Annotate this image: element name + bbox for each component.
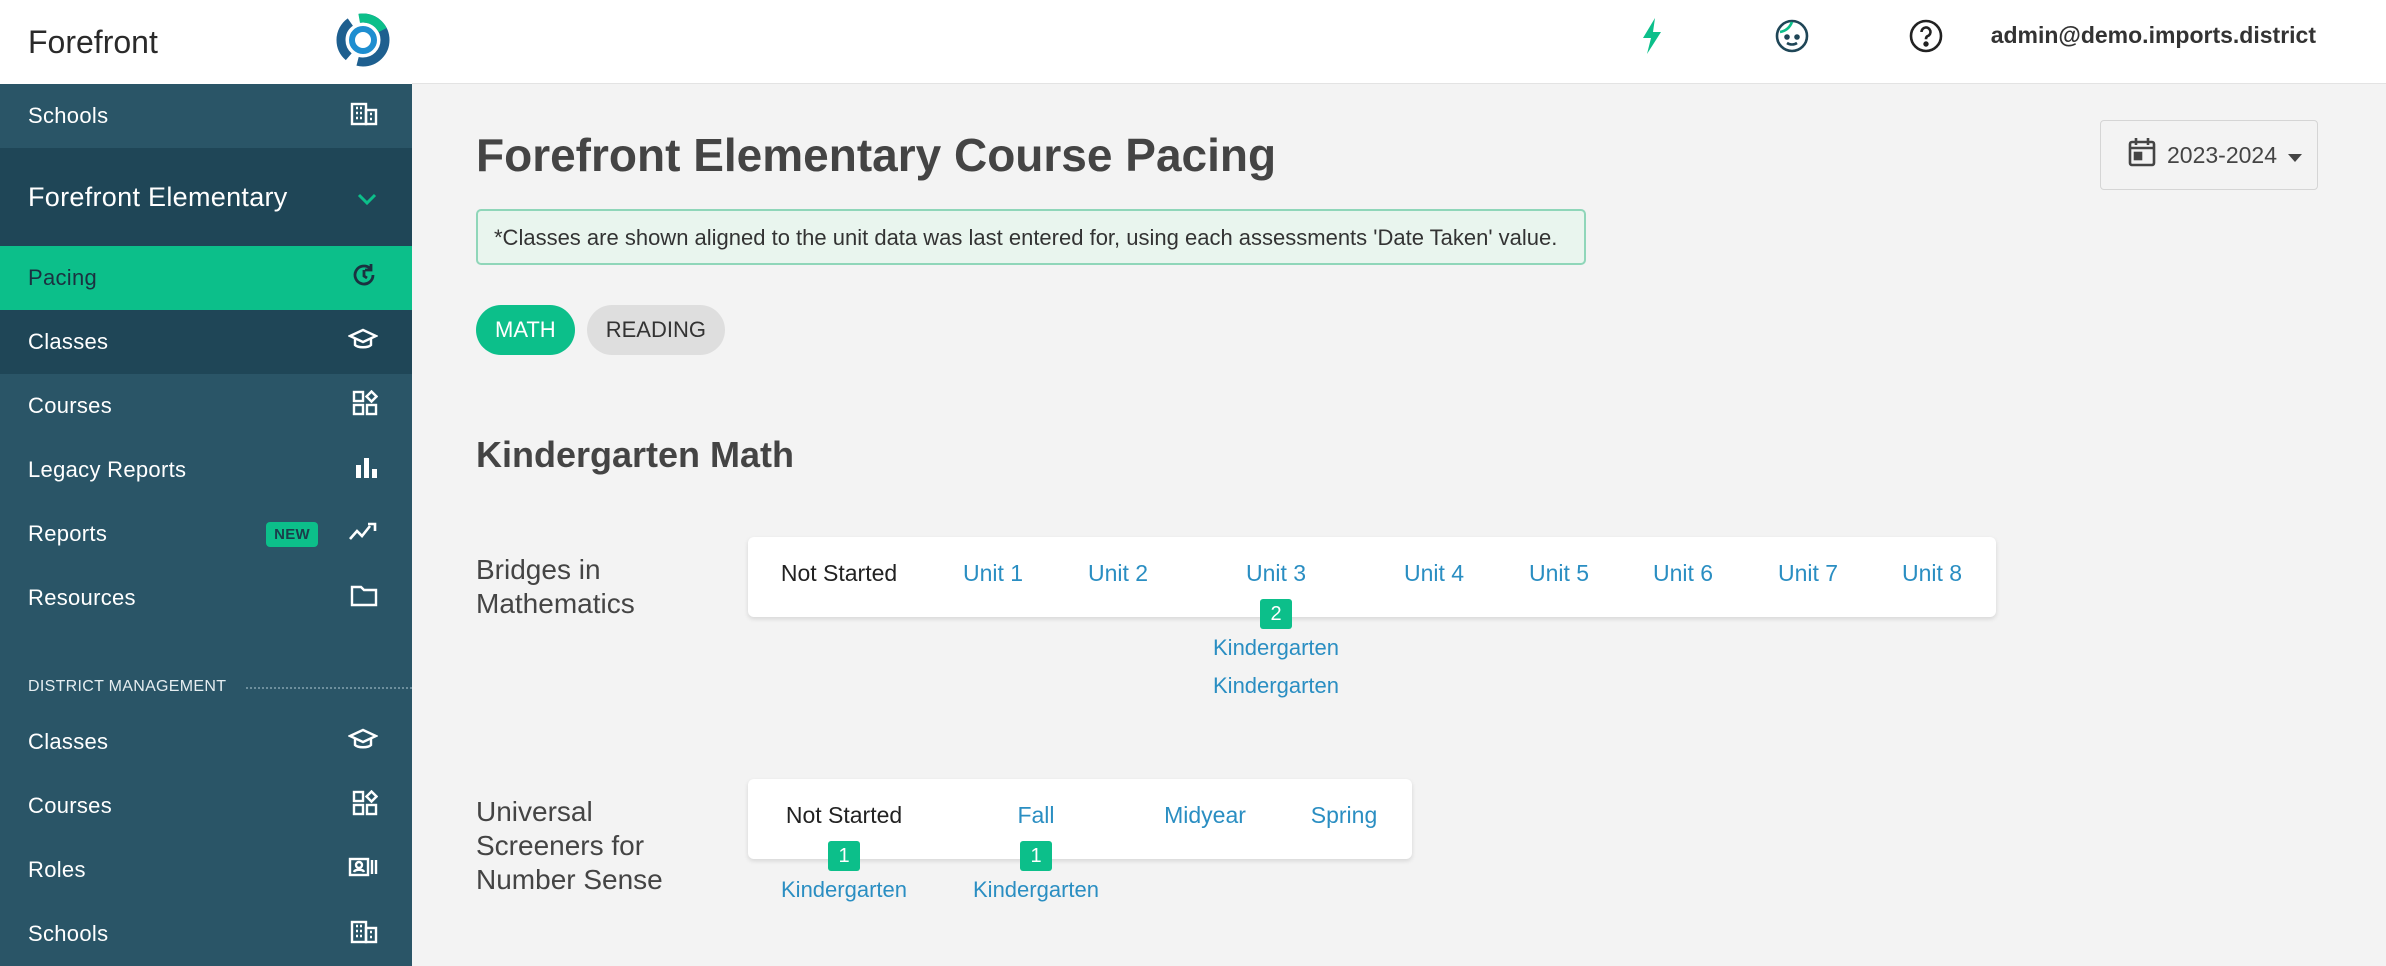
calendar-icon: [2127, 136, 2157, 174]
graduation-cap-icon: [347, 727, 379, 757]
stage-unit-4[interactable]: Unit 4: [1404, 560, 1464, 587]
face-icon[interactable]: [1772, 16, 1812, 56]
sidebar-item-label: Courses: [28, 793, 113, 818]
pacing-notice: *Classes are shown aligned to the unit d…: [476, 209, 1586, 265]
sidebar-org-selector[interactable]: Forefront Elementary: [0, 148, 412, 246]
sidebar-item-schools-top[interactable]: Schools: [0, 84, 412, 148]
sidebar-item-label: Classes: [28, 729, 109, 754]
sidebar-item-label: Classes: [28, 329, 109, 354]
sidebar-item-district-roles[interactable]: Roles: [0, 838, 412, 902]
graduation-cap-icon: [347, 327, 379, 357]
sidebar-item-district-schools[interactable]: Schools: [0, 902, 412, 966]
sidebar-item-district-classes[interactable]: Classes: [0, 710, 412, 774]
sidebar-item-label: Schools: [28, 921, 109, 946]
course-name-line: Universal: [476, 796, 593, 827]
stage-unit-3[interactable]: Unit 3: [1246, 560, 1306, 587]
stage-unit-7[interactable]: Unit 7: [1778, 560, 1838, 587]
sidebar-item-label: Pacing: [28, 265, 98, 290]
course-name-line: Mathematics: [476, 588, 635, 619]
stage-fall[interactable]: Fall: [1017, 802, 1054, 829]
sidebar-item-label: Reports: [28, 521, 108, 546]
sidebar-item-district-courses[interactable]: Courses: [0, 774, 412, 838]
sidebar: Forefront Schools Forefront Elementary P…: [0, 0, 412, 966]
section-label: DISTRICT MANAGEMENT: [28, 678, 227, 695]
class-count-badge: 2: [1260, 599, 1292, 629]
brand-bar: Forefront: [0, 0, 412, 84]
building-icon: [350, 918, 378, 950]
bar-chart-icon: [354, 455, 378, 485]
class-link[interactable]: Kindergarten: [781, 877, 907, 903]
folder-icon: [350, 583, 378, 613]
pacing-track-screeners: Not Started Fall Midyear Spring 1 Kinder…: [748, 779, 1412, 902]
class-link[interactable]: Kindergarten: [973, 877, 1099, 903]
sidebar-item-label: Schools: [28, 103, 109, 128]
tab-reading[interactable]: READING: [586, 305, 725, 355]
subject-title: Kindergarten Math: [476, 434, 795, 475]
stage-unit-2[interactable]: Unit 2: [1088, 560, 1148, 587]
stage-midyear[interactable]: Midyear: [1164, 802, 1246, 829]
main-content: Forefront Elementary Course Pacing 2023-…: [412, 84, 2386, 966]
year-select[interactable]: 2023-2024: [2100, 120, 2318, 190]
sidebar-item-pacing[interactable]: Pacing: [0, 246, 412, 310]
caret-down-icon: [2287, 142, 2303, 169]
sidebar-item-legacy-reports[interactable]: Legacy Reports: [0, 438, 412, 502]
class-count-badge: 1: [828, 841, 860, 871]
app-name: Forefront: [28, 23, 158, 60]
class-count-badge: 1: [1020, 841, 1052, 871]
class-link[interactable]: Kindergarten: [1213, 673, 1339, 699]
pacing-track-bridges: Not Started Unit 1 Unit 2 Unit 3 Unit 4 …: [748, 537, 1996, 698]
building-icon: [350, 100, 378, 132]
sidebar-item-courses[interactable]: Courses: [0, 374, 412, 438]
course-name-bridges: Bridges in Mathematics: [476, 553, 635, 621]
grid-icon: [352, 789, 379, 822]
grid-icon: [352, 389, 379, 422]
sidebar-item-label: Roles: [28, 857, 86, 882]
course-name-line: Screeners for: [476, 830, 645, 861]
sidebar-item-label: Resources: [28, 585, 136, 610]
refresh-icon: [350, 261, 378, 295]
sidebar-item-resources[interactable]: Resources: [0, 566, 412, 630]
sidebar-item-label: Legacy Reports: [28, 457, 187, 482]
stage-not-started: Not Started: [780, 560, 898, 586]
subject-tabs: MATH READING: [476, 305, 725, 355]
sidebar-item-classes[interactable]: Classes: [0, 310, 412, 374]
tab-math[interactable]: MATH: [476, 305, 575, 355]
course-name-line: Number Sense: [476, 864, 663, 895]
org-name: Forefront Elementary: [28, 181, 288, 212]
help-icon[interactable]: [1906, 16, 1946, 56]
logo: [334, 11, 392, 74]
stage-unit-8[interactable]: Unit 8: [1902, 560, 1962, 587]
course-name-screeners: Universal Screeners for Number Sense: [476, 795, 663, 897]
new-badge: NEW: [266, 521, 318, 547]
top-bar: admin@demo.imports.district: [412, 0, 2386, 84]
id-card-icon: [348, 856, 378, 884]
course-name-line: Bridges in: [476, 554, 601, 585]
class-link[interactable]: Kindergarten: [1213, 635, 1339, 661]
section-divider: [246, 687, 412, 689]
bolt-icon[interactable]: [1632, 16, 1672, 56]
stage-unit-1[interactable]: Unit 1: [963, 560, 1023, 587]
stage-unit-5[interactable]: Unit 5: [1529, 560, 1589, 587]
year-value: 2023-2024: [2167, 141, 2277, 168]
chevron-down-icon: [356, 182, 378, 213]
trending-icon: [348, 520, 378, 548]
sidebar-item-label: Courses: [28, 393, 113, 418]
user-email[interactable]: admin@demo.imports.district: [1991, 22, 2316, 49]
stage-not-started: Not Started: [785, 802, 903, 828]
sidebar-item-reports[interactable]: Reports NEW: [0, 502, 412, 566]
stage-unit-6[interactable]: Unit 6: [1653, 560, 1713, 587]
district-management-heading: DISTRICT MANAGEMENT: [0, 630, 412, 710]
page-title: Forefront Elementary Course Pacing: [476, 129, 1277, 181]
stage-spring[interactable]: Spring: [1311, 802, 1377, 829]
